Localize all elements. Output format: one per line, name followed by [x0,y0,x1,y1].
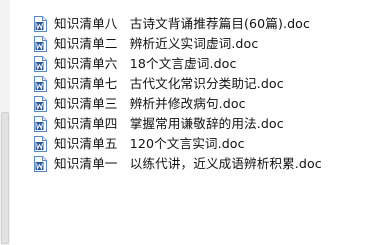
file-name: 知识清单一 以练代讲，近义成语辨析积累.doc [54,156,322,171]
file-list-item[interactable]: 知识清单七 古代文化常识分类助记.doc [33,74,378,94]
file-name: 知识清单七 古代文化常识分类助记.doc [54,76,284,91]
vertical-scrollbar[interactable] [0,0,10,245]
file-list-item[interactable]: 知识清单二 辨析近义实词虚词.doc [33,34,378,54]
file-list-item[interactable]: 知识清单四 掌握常用谦敬辞的用法.doc [33,114,378,134]
file-list-item[interactable]: 知识清单一 以练代讲，近义成语辨析积累.doc [33,154,378,174]
word-document-icon [34,36,47,52]
file-name: 知识清单二 辨析近义实词虚词.doc [54,36,259,51]
word-document-icon [34,56,47,72]
file-list-item[interactable]: 知识清单六 18个文言虚词.doc [33,54,378,74]
file-name: 知识清单八 古诗文背诵推荐篇目(60篇).doc [54,16,310,31]
file-list-item[interactable]: 知识清单五 120个文言实词.doc [33,134,378,154]
word-document-icon [34,76,47,92]
file-list-item[interactable]: 知识清单三 辨析并修改病句.doc [33,94,378,114]
word-document-icon [34,136,47,152]
file-name: 知识清单六 18个文言虚词.doc [54,56,237,71]
word-document-icon [34,16,47,32]
file-explorer-window: 知识清单八 古诗文背诵推荐篇目(60篇).doc 知识清单二 辨析近义实词虚词.… [0,0,381,245]
file-name: 知识清单四 掌握常用谦敬辞的用法.doc [54,116,284,131]
file-list: 知识清单八 古诗文背诵推荐篇目(60篇).doc 知识清单二 辨析近义实词虚词.… [33,14,378,174]
word-document-icon [34,96,47,112]
file-name: 知识清单五 120个文言实词.doc [54,136,245,151]
file-name: 知识清单三 辨析并修改病句.doc [54,96,246,111]
scrollbar-thumb[interactable] [1,112,9,244]
file-list-item[interactable]: 知识清单八 古诗文背诵推荐篇目(60篇).doc [33,14,378,34]
word-document-icon [34,156,47,172]
word-document-icon [34,116,47,132]
